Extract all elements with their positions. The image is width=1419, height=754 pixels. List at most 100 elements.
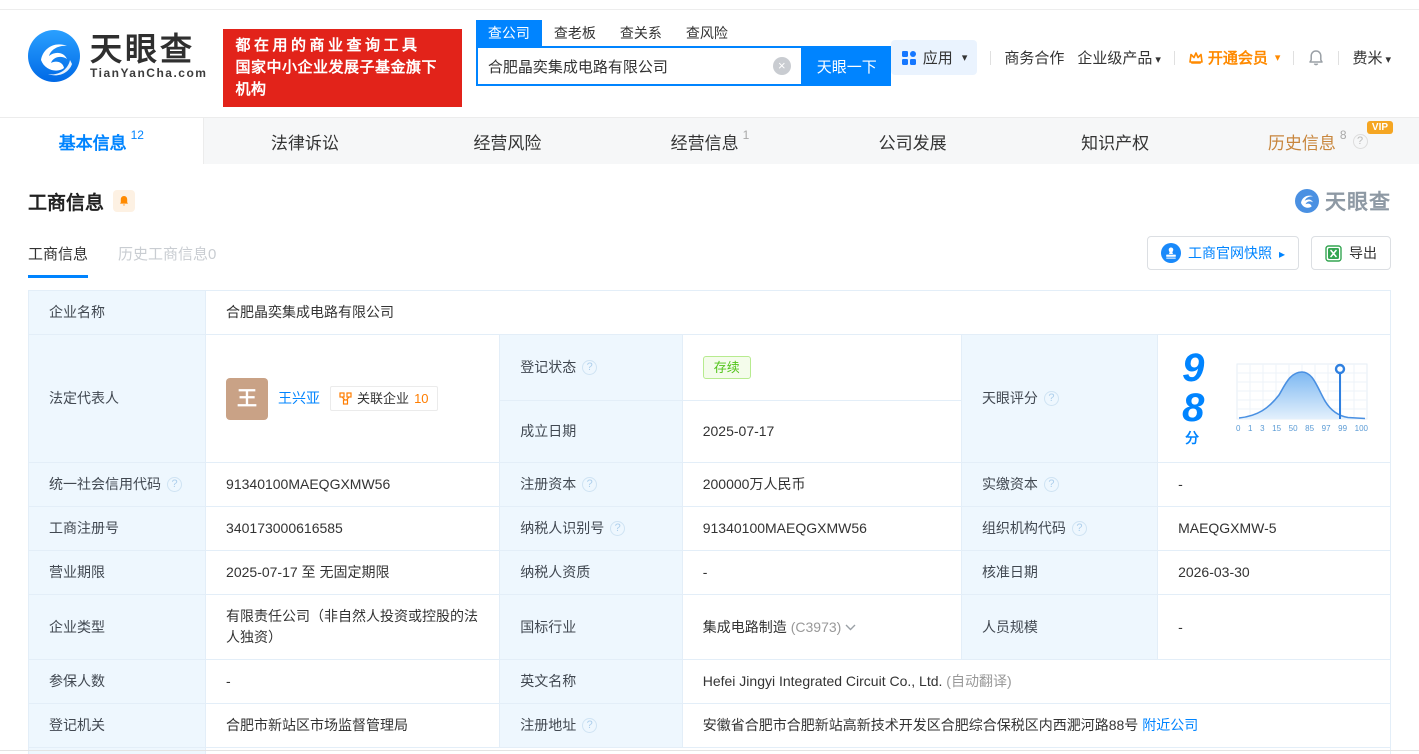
field-label: 企业类型 [29, 595, 206, 660]
search-query-text: 合肥晶奕集成电路有限公司 [488, 56, 773, 77]
subtab-history-registration[interactable]: 历史工商信息0 [118, 243, 216, 278]
related-companies-badge[interactable]: 关联企业 10 [330, 386, 437, 412]
staff-size-value: - [1158, 595, 1391, 660]
nearby-companies-link[interactable]: 附近公司 [1142, 717, 1198, 733]
help-icon[interactable] [1353, 134, 1368, 149]
arrow-right-icon [1279, 245, 1285, 261]
menu-cooperation[interactable]: 商务合作 [1004, 47, 1064, 68]
tab-intellectual-property[interactable]: 知识产权 [1014, 118, 1217, 164]
search-tab-risk[interactable]: 查风险 [674, 20, 740, 46]
tab-history-info[interactable]: VIP 历史信息 8 [1216, 118, 1419, 164]
subtab-row: 工商信息 历史工商信息0 工商官网快照 导出 [0, 216, 1419, 278]
clear-search-icon[interactable]: × [773, 57, 791, 75]
search-tab-relation[interactable]: 查关系 [608, 20, 674, 46]
help-icon[interactable] [1044, 391, 1059, 406]
field-label: 登记状态 [500, 335, 683, 401]
vip-badge: VIP [1367, 121, 1393, 134]
chevron-down-icon[interactable] [845, 624, 856, 631]
tianyancha-logo[interactable]: 天眼查 TianYanCha.com [28, 30, 207, 82]
tab-business-info[interactable]: 经营信息 1 [609, 118, 812, 164]
field-label: 纳税人识别号 [500, 507, 683, 551]
subtab-business-registration[interactable]: 工商信息 [28, 243, 88, 278]
table-row: 登记机关 合肥市新站区市场监督管理局 注册地址 安徽省合肥市合肥新站高新技术开发… [29, 704, 1391, 748]
reg-number-value: 340173000616585 [206, 507, 500, 551]
table-row: 营业期限 2025-07-17 至 无固定期限 纳税人资质 - 核准日期 202… [29, 551, 1391, 595]
registration-info-table: 企业名称 合肥晶奕集成电路有限公司 法定代表人 王 王兴亚 关联企业 10 [28, 290, 1391, 754]
industry-value: 集成电路制造 (C3973) [682, 595, 961, 660]
section-title: 工商信息 [28, 188, 104, 215]
top-divider [0, 0, 1419, 10]
status-badge: 存续 [703, 356, 751, 380]
tab-count: 12 [131, 128, 144, 142]
field-label: 核准日期 [961, 551, 1157, 595]
table-row: 统一社会信用代码 91340100MAEQGXMW56 注册资本 200000万… [29, 463, 1391, 507]
watermark-swirl-icon [1295, 189, 1319, 213]
field-label: 纳税人资质 [500, 551, 683, 595]
field-label: 营业期限 [29, 551, 206, 595]
search-tabs: 查公司 查老板 查关系 查风险 [476, 20, 891, 46]
export-button[interactable]: 导出 [1311, 236, 1391, 270]
reg-status-value: 存续 [682, 335, 961, 401]
org-code-value: MAEQGXMW-5 [1158, 507, 1391, 551]
tab-basic-info[interactable]: 基本信息 12 [0, 118, 204, 164]
field-label: 法定代表人 [29, 335, 206, 463]
menu-enterprise-products[interactable]: 企业级产品 [1077, 47, 1161, 68]
help-icon[interactable] [582, 718, 597, 733]
field-label: 注册资本 [500, 463, 683, 507]
help-icon[interactable] [167, 477, 182, 492]
relation-graph-icon [339, 392, 352, 405]
field-label: 注册地址 [500, 704, 683, 748]
top-menu: 应用 商务合作 企业级产品 开通会员 费米 [891, 40, 1391, 75]
divider [1293, 51, 1294, 65]
legal-rep-avatar[interactable]: 王 [226, 378, 268, 420]
slogan-line-1: 都在用的商业查询工具 [235, 35, 449, 57]
score-marker-pin [1336, 365, 1344, 373]
search-tab-company[interactable]: 查公司 [476, 20, 542, 46]
tab-operating-risk[interactable]: 经营风险 [406, 118, 609, 164]
legal-rep-name-link[interactable]: 王兴亚 [278, 388, 320, 409]
chart-x-axis-ticks: 01 315 5085 9799 100 [1236, 423, 1368, 435]
search-input[interactable]: 合肥晶奕集成电路有限公司 × [476, 46, 803, 86]
user-menu[interactable]: 费米 [1352, 47, 1391, 68]
table-row: 企业类型 有限责任公司（非自然人投资或控股的法人独资） 国标行业 集成电路制造 … [29, 595, 1391, 660]
help-icon[interactable] [582, 360, 597, 375]
tab-count: 8 [1340, 128, 1347, 142]
page-bottom-divider [0, 750, 1419, 751]
company-nav-tabs: 基本信息 12 法律诉讼 经营风险 经营信息 1 公司发展 知识产权 VIP 历… [0, 117, 1419, 164]
header: 天眼查 TianYanCha.com 都在用的商业查询工具 国家中小企业发展子基… [0, 10, 1419, 107]
slogan-line-2: 国家中小企业发展子基金旗下机构 [235, 57, 449, 101]
apps-menu[interactable]: 应用 [891, 40, 978, 75]
crown-icon [1188, 50, 1204, 66]
stamp-icon [1161, 243, 1181, 263]
search-area: 查公司 查老板 查关系 查风险 合肥晶奕集成电路有限公司 × 天眼一下 [476, 20, 891, 86]
reg-address-value: 安徽省合肥市合肥新站高新技术开发区合肥综合保税区内西淝河路88号 附近公司 [682, 704, 1390, 748]
field-label: 参保人数 [29, 660, 206, 704]
divider [990, 51, 991, 65]
open-vip-button[interactable]: 开通会员 [1188, 47, 1281, 68]
search-tab-boss[interactable]: 查老板 [542, 20, 608, 46]
help-icon[interactable] [1044, 477, 1059, 492]
vip-label: 开通会员 [1208, 47, 1268, 68]
field-label: 天眼评分 [961, 335, 1157, 463]
help-icon[interactable] [582, 477, 597, 492]
apps-label: 应用 [923, 47, 953, 68]
help-icon[interactable] [610, 521, 625, 536]
tab-legal-proceedings[interactable]: 法律诉讼 [204, 118, 407, 164]
insured-count-value: - [206, 660, 500, 704]
score-cell: 98分 01 [1158, 335, 1391, 463]
logo-swirl-icon [28, 30, 80, 82]
search-button[interactable]: 天眼一下 [803, 46, 891, 86]
watermark-text: 天眼查 [1325, 186, 1391, 216]
company-type-value: 有限责任公司（非自然人投资或控股的法人独资） [206, 595, 500, 660]
legal-rep-cell: 王 王兴亚 关联企业 10 [206, 335, 500, 463]
tab-company-development[interactable]: 公司发展 [811, 118, 1014, 164]
divider [1338, 51, 1339, 65]
subscribe-bell-icon[interactable] [113, 190, 135, 212]
official-snapshot-button[interactable]: 工商官网快照 [1147, 236, 1299, 270]
help-icon[interactable] [1072, 521, 1087, 536]
field-label: 英文名称 [500, 660, 683, 704]
taxpayer-id-value: 91340100MAEQGXMW56 [682, 507, 961, 551]
table-row: 工商注册号 340173000616585 纳税人识别号 91340100MAE… [29, 507, 1391, 551]
slogan-banner: 都在用的商业查询工具 国家中小企业发展子基金旗下机构 [223, 29, 461, 107]
notifications-bell-icon[interactable] [1307, 49, 1325, 67]
